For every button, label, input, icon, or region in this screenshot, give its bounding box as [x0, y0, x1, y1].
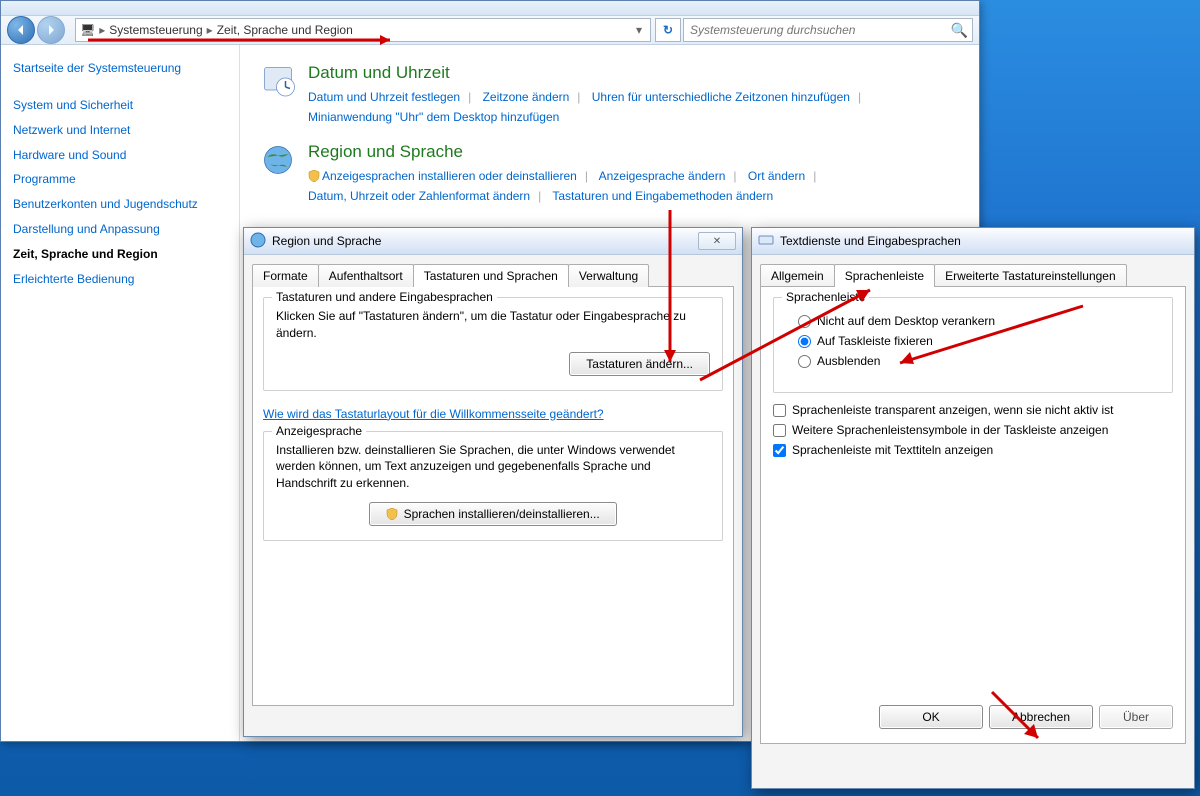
- link-clocks[interactable]: Uhren für unterschiedliche Zeitzonen hin…: [592, 90, 850, 104]
- install-languages-button[interactable]: Sprachen installieren/deinstallieren...: [369, 502, 616, 526]
- sidebar-item-ease[interactable]: Erleichterte Bedienung: [13, 267, 231, 292]
- check-transparent[interactable]: Sprachenleiste transparent anzeigen, wen…: [773, 403, 1173, 417]
- link-set-date[interactable]: Datum und Uhrzeit festlegen: [308, 90, 460, 104]
- tab-strip: Allgemein Sprachenleiste Erweiterte Tast…: [752, 255, 1194, 286]
- tab-language-bar[interactable]: Sprachenleiste: [834, 264, 935, 287]
- text-services-dialog: Textdienste und Eingabesprachen Allgemei…: [751, 227, 1195, 789]
- tab-strip: Formate Aufenthaltsort Tastaturen und Sp…: [244, 255, 742, 286]
- link-timezone[interactable]: Zeitzone ändern: [483, 90, 570, 104]
- search-icon: 🔍: [951, 22, 968, 39]
- category-date-time: Datum und Uhrzeit Datum und Uhrzeit fest…: [260, 63, 959, 128]
- link-display-lang[interactable]: Anzeigesprache ändern: [599, 169, 726, 183]
- breadcrumb-item[interactable]: Zeit, Sprache und Region: [217, 23, 353, 37]
- clock-icon: [260, 63, 296, 99]
- sidebar-item-system[interactable]: System und Sicherheit: [13, 93, 231, 118]
- group-keyboards: Tastaturen und andere Eingabesprachen Kl…: [263, 297, 723, 391]
- window-titlebar[interactable]: [1, 1, 979, 16]
- check-extra-icons[interactable]: Weitere Sprachenleistensymbole in der Ta…: [773, 423, 1173, 437]
- dialog-titlebar[interactable]: Textdienste und Eingabesprachen: [752, 228, 1194, 255]
- tab-keyboards[interactable]: Tastaturen und Sprachen: [413, 264, 569, 287]
- group-title: Tastaturen und andere Eingabesprachen: [272, 290, 497, 304]
- tab-page: Tastaturen und andere Eingabesprachen Kl…: [252, 286, 734, 706]
- radio-floating[interactable]: Nicht auf dem Desktop verankern: [798, 314, 1160, 328]
- cancel-button[interactable]: Abbrechen: [989, 705, 1093, 729]
- group-language-bar: Sprachenleiste Nicht auf dem Desktop ver…: [773, 297, 1173, 393]
- breadcrumb[interactable]: 🖥 ▸ Systemsteuerung ▸ Zeit, Sprache und …: [75, 18, 651, 42]
- category-region-lang: Region und Sprache Anzeigesprachen insta…: [260, 142, 959, 207]
- sidebar: Startseite der Systemsteuerung System un…: [1, 45, 240, 741]
- dialog-title: Textdienste und Eingabesprachen: [780, 234, 961, 248]
- group-title: Anzeigesprache: [272, 424, 366, 438]
- tab-admin[interactable]: Verwaltung: [568, 264, 649, 287]
- sidebar-item-time-lang[interactable]: Zeit, Sprache und Region: [13, 242, 231, 267]
- forward-button[interactable]: [37, 16, 65, 44]
- category-title[interactable]: Region und Sprache: [308, 142, 959, 162]
- shield-icon: [386, 508, 398, 520]
- search-input[interactable]: [688, 22, 951, 38]
- help-link[interactable]: Wie wird das Tastaturlayout für die Will…: [263, 407, 604, 421]
- radio-taskbar[interactable]: Auf Taskleiste fixieren: [798, 334, 1160, 348]
- chevron-right-icon: ▸: [207, 23, 213, 37]
- keyboard-icon: [758, 232, 774, 251]
- shield-icon: [308, 168, 320, 180]
- tab-formate[interactable]: Formate: [252, 264, 319, 287]
- sidebar-item-programs[interactable]: Programme: [13, 167, 231, 192]
- tab-page: Sprachenleiste Nicht auf dem Desktop ver…: [760, 286, 1186, 744]
- radio-hidden[interactable]: Ausblenden: [798, 354, 1160, 368]
- chevron-right-icon: ▸: [99, 23, 105, 37]
- globe-icon: [260, 142, 296, 178]
- link-formats[interactable]: Datum, Uhrzeit oder Zahlenformat ändern: [308, 189, 530, 203]
- breadcrumb-item[interactable]: Systemsteuerung: [109, 23, 202, 37]
- group-display-lang: Anzeigesprache Installieren bzw. deinsta…: [263, 431, 723, 541]
- tab-general[interactable]: Allgemein: [760, 264, 835, 287]
- refresh-button[interactable]: ↻: [655, 18, 681, 42]
- address-bar: 🖥 ▸ Systemsteuerung ▸ Zeit, Sprache und …: [1, 16, 979, 45]
- search-box[interactable]: 🔍: [683, 18, 973, 42]
- group-title: Sprachenleiste: [782, 290, 869, 304]
- group-text: Klicken Sie auf "Tastaturen ändern", um …: [276, 308, 710, 342]
- dialog-title: Region und Sprache: [272, 234, 381, 248]
- sidebar-item-appearance[interactable]: Darstellung und Anpassung: [13, 217, 231, 242]
- tab-advanced[interactable]: Erweiterte Tastatureinstellungen: [934, 264, 1127, 287]
- region-language-dialog: Region und Sprache ✕ Formate Aufenthalts…: [243, 227, 743, 737]
- link-install-lang[interactable]: Anzeigesprachen installieren oder deinst…: [322, 169, 577, 183]
- check-text-labels[interactable]: Sprachenleiste mit Texttiteln anzeigen: [773, 443, 1173, 457]
- sidebar-item-hardware[interactable]: Hardware und Sound: [13, 143, 231, 168]
- close-button[interactable]: ✕: [698, 232, 736, 250]
- sidebar-item-network[interactable]: Netzwerk und Internet: [13, 118, 231, 143]
- group-text: Installieren bzw. deinstallieren Sie Spr…: [276, 442, 710, 492]
- breadcrumb-icon: 🖥: [80, 23, 95, 37]
- dialog-titlebar[interactable]: Region und Sprache ✕: [244, 228, 742, 255]
- tab-location[interactable]: Aufenthaltsort: [318, 264, 414, 287]
- sidebar-item-accounts[interactable]: Benutzerkonten und Jugendschutz: [13, 192, 231, 217]
- category-title[interactable]: Datum und Uhrzeit: [308, 63, 959, 83]
- link-gadget[interactable]: Minianwendung "Uhr" dem Desktop hinzufüg…: [308, 110, 559, 124]
- link-keyboards[interactable]: Tastaturen und Eingabemethoden ändern: [552, 189, 773, 203]
- sidebar-home[interactable]: Startseite der Systemsteuerung: [13, 61, 231, 75]
- back-button[interactable]: [7, 16, 35, 44]
- ok-button[interactable]: OK: [879, 705, 983, 729]
- link-location[interactable]: Ort ändern: [748, 169, 805, 183]
- change-keyboards-button[interactable]: Tastaturen ändern...: [569, 352, 710, 376]
- globe-icon: [250, 232, 266, 251]
- chevron-down-icon[interactable]: ▾: [632, 23, 646, 37]
- apply-button[interactable]: Über: [1099, 705, 1173, 729]
